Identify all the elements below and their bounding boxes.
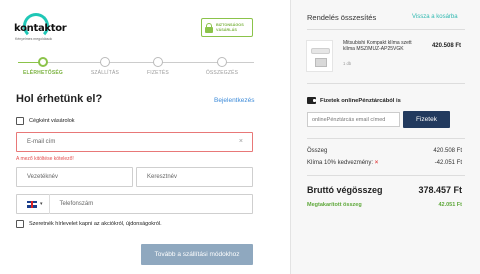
wallet-email-placeholder: onlinePénztárcás email címed [312,116,386,123]
lastname-placeholder: Vezetéknév [27,174,59,180]
discount-value: -42.051 Ft [434,160,462,166]
logo-text: kontaktor [14,23,67,34]
summary-divider [307,138,465,139]
savings-value: 42.051 Ft [438,202,462,208]
summary-divider [307,29,465,30]
country-dropdown-icon[interactable]: ▾ [40,201,43,207]
firstname-field[interactable]: Keresztnév [136,167,253,187]
secure-badge-text: BIZTONSÁGOS VÁSÁRLÁS [216,22,244,32]
kontaktor-logo[interactable]: kontaktor Kényelmes megoldások [14,13,67,45]
product-image [306,40,333,72]
step-label: SZÁLLÍTÁS [90,70,120,76]
company-checkbox-label: Cégként vásárolok [29,118,75,124]
online-wallet-title: Fizetek onlinePénztárcából is [307,97,401,104]
wallet-email-input[interactable]: onlinePénztárcás email címed [307,112,400,127]
newsletter-checkbox-label: Szeretnék hírlevelet kapni az akciókról,… [29,221,162,227]
order-summary-panel: Rendelés összesítés Vissza a kosárba Mit… [290,0,480,274]
step-dot [100,57,110,67]
step-shipping: SZÁLLÍTÁS [75,57,135,76]
discount-label: Klíma 10% kedvezmény: [307,160,374,166]
lock-icon [205,22,213,33]
company-checkbox[interactable] [16,117,24,125]
email-error-message: A mező kitöltése kötelező! [16,156,74,162]
step-dot [38,57,48,67]
secure-shopping-badge: BIZTONSÁGOS VÁSÁRLÁS [201,18,253,37]
savings-label: Megtakarított összeg [307,202,362,208]
summary-divider [307,83,465,84]
uk-flag-icon[interactable] [27,200,37,208]
savings-row: Megtakarított összeg 42.051 Ft [307,202,462,208]
step-label: FIZETÉS [147,70,169,76]
wallet-icon [307,97,316,104]
grand-total-row: Bruttó végösszeg 378.457 Ft [307,185,462,195]
step-dot [153,57,163,67]
subtotal-label: Összeg [307,148,328,154]
checkout-form-panel: kontaktor Kényelmes megoldások BIZTONSÁG… [0,0,290,274]
wallet-pay-button[interactable]: Fizetek [403,111,450,128]
step-summary: ÖSSZEGZÉS [192,57,252,76]
product-quantity: 1 db [343,61,352,66]
step-dot [217,57,227,67]
newsletter-checkbox[interactable] [16,220,24,228]
lastname-field[interactable]: Vezetéknév [16,167,133,187]
email-field[interactable]: E-mail cím × [16,132,253,152]
step-payment: FIZETÉS [128,57,188,76]
step-label: ÖSSZEGZÉS [205,70,239,76]
company-checkbox-row[interactable]: Cégként vásárolok [16,117,75,125]
email-placeholder: E-mail cím [27,139,56,145]
step-label: ELÉRHETŐSÉG [23,70,63,76]
continue-to-shipping-button[interactable]: Tovább a szállítási módokhoz [141,244,253,265]
subtotal-row: Összeg 420.508 Ft [307,148,462,154]
phone-placeholder: Telefonszám [59,201,94,207]
summary-title: Rendelés összesítés [307,13,377,22]
login-link[interactable]: Bejelentkezés [214,97,254,104]
product-price: 420.508 Ft [431,43,461,49]
phone-field[interactable]: ▾ Telefonszám [16,194,253,214]
back-to-cart-link[interactable]: Vissza a kosárba [412,14,458,20]
logo-tagline: Kényelmes megoldások [15,37,53,41]
phone-separator [48,194,50,214]
discount-row: Klíma 10% kedvezmény: × -42.051 Ft [307,160,462,166]
grand-total-label: Bruttó végösszeg [307,185,383,195]
summary-divider [307,175,465,176]
step-contact: ELÉRHETŐSÉG [13,57,73,76]
grand-total-value: 378.457 Ft [418,185,462,195]
subtotal-value: 420.508 Ft [433,148,462,154]
newsletter-checkbox-row[interactable]: Szeretnék hírlevelet kapni az akciókról,… [16,220,162,228]
product-name: Mitsubishi Kompakt klíma szett klíma MSZ… [343,40,412,52]
remove-discount-icon[interactable]: × [375,160,379,166]
clear-icon[interactable]: × [239,138,243,145]
firstname-placeholder: Keresztnév [147,174,178,180]
online-wallet-label: Fizetek onlinePénztárcából is [320,97,401,104]
page-title: Hol érhetünk el? [16,93,103,105]
